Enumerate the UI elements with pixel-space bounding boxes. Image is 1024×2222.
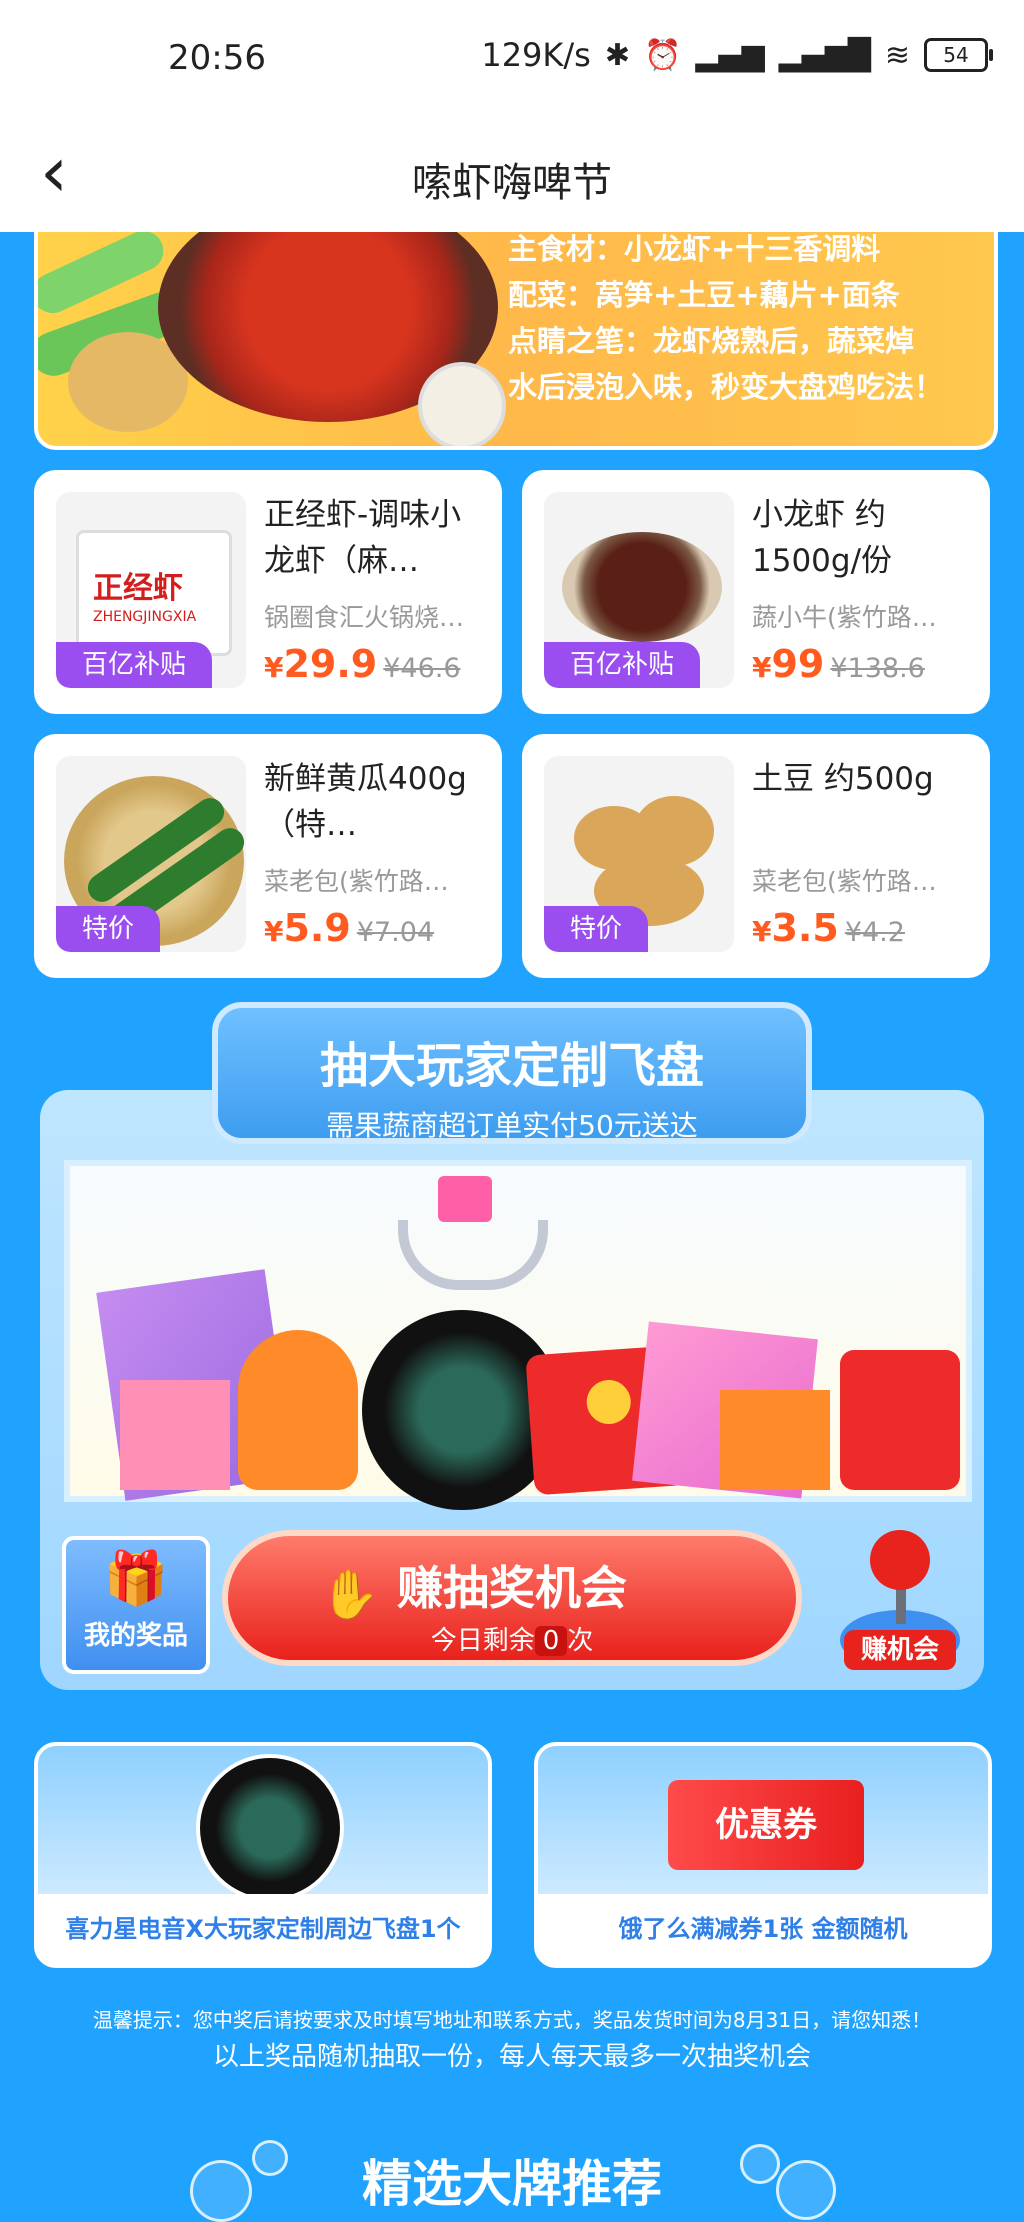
wifi-icon: ≋ — [884, 37, 910, 73]
product-image: 百亿补贴 — [544, 492, 734, 688]
my-prize-button[interactable]: 🎁 我的奖品 — [62, 1536, 210, 1674]
eleme-logo-icon — [585, 1378, 633, 1426]
joystick-stick-icon — [896, 1584, 906, 1624]
product-card[interactable]: 特价 土豆 约500g 菜老包(紫竹路… ¥3.5 ¥4.2 — [522, 734, 990, 978]
page-title: 嗦虾嗨啤节 — [412, 160, 612, 206]
recipe-key: 配菜： — [508, 278, 596, 312]
recipe-line-3: 点睛之笔：龙虾烧熟后，蔬菜焯 — [508, 318, 994, 364]
signal-icon: ▂▄▆█ — [778, 37, 871, 73]
currency-symbol: ¥ — [752, 915, 772, 948]
price-value: 99 — [771, 642, 825, 686]
section-title: 精选大牌推荐 — [362, 2155, 662, 2213]
product-shop: 菜老包(紫竹路… — [264, 867, 449, 896]
recipe-line-4: 水后浸泡入味，秒变大盘鸡吃法！ — [508, 370, 944, 404]
price-value: 5.9 — [283, 906, 351, 950]
product-name: 正经虾-调味小龙虾（麻… — [264, 497, 462, 579]
recipe-line-2: 配菜：莴笋+土豆+藕片+面条 — [508, 272, 994, 318]
product-name: 新鲜黄瓜400g（特… — [264, 761, 467, 843]
nav-bar: ‹ 嗦虾嗨啤节 — [0, 120, 1024, 232]
recipe-key: 点睛之笔： — [508, 324, 654, 358]
currency-symbol: ¥ — [752, 651, 772, 684]
claw-title: 抽大玩家定制飞盘 — [319, 1038, 704, 1094]
recipe-line-1: 主食材：小龙虾+十三香调料 — [508, 232, 881, 266]
coupon-image: 优惠券 — [668, 1780, 864, 1870]
prize-label: 饿了么满减券1张 金额随机 — [538, 1894, 988, 1964]
shiba-mascot-image — [238, 1330, 358, 1490]
product-price: ¥5.9 ¥7.04 — [264, 906, 434, 950]
earn-draw-chance-button[interactable]: ✋ 赚抽奖机会 今日剩余 0 次 — [222, 1530, 802, 1666]
net-speed: 129K/s — [481, 36, 591, 74]
original-price: ¥46.6 — [383, 653, 461, 684]
bluetooth-icon: ✱ — [604, 37, 630, 73]
claw-subtitle: 需果蔬商超订单实付50元送达 — [326, 1109, 698, 1142]
subsidy-tag: 百亿补贴 — [56, 642, 213, 688]
price-value: 29.9 — [283, 642, 378, 686]
status-icons: 129K/s ✱ ⏰ ▂▄▆ ▂▄▆█ ≋ 54 — [481, 36, 993, 74]
product-shop: 锅圈食汇火锅烧… — [264, 603, 465, 632]
earn-chance-label: 赚机会 — [844, 1630, 956, 1670]
product-price: ¥29.9 ¥46.6 — [264, 642, 461, 686]
my-prize-label: 我的奖品 — [83, 1621, 188, 1651]
product-image: 特价 — [544, 756, 734, 952]
remaining-prefix: 今日剩余 — [430, 1626, 535, 1656]
product-image: 正经虾 ZHENGJINGXIA 百亿补贴 — [56, 492, 246, 688]
prize-label: 喜力星电音X大玩家定制周边飞盘1个 — [38, 1894, 488, 1964]
tip-text: 温馨提示：您中奖后请按要求及时填写地址和联系方式，奖品发货时间为8月31日，请您… — [92, 2008, 932, 2032]
status-bar: 20:56 129K/s ✱ ⏰ ▂▄▆ ▂▄▆█ ≋ 54 — [0, 0, 1024, 120]
hd-signal-icon: ▂▄▆ — [695, 37, 765, 73]
product-image-sublabel: ZHENGJINGXIA — [93, 609, 197, 625]
product-name: 小龙虾 约1500g/份 — [752, 497, 893, 579]
product-card[interactable]: 正经虾 ZHENGJINGXIA 百亿补贴 正经虾-调味小龙虾（麻… 锅圈食汇火… — [34, 470, 502, 714]
original-price: ¥4.2 — [844, 917, 905, 948]
earn-chance-button[interactable]: 赚机会 — [830, 1530, 970, 1670]
product-image-label: 正经虾 — [93, 571, 183, 606]
joystick-ball-icon — [870, 1530, 930, 1590]
product-price: ¥99 ¥138.6 — [752, 642, 925, 686]
frisbee-prize-image — [196, 1754, 344, 1902]
product-price: ¥3.5 ¥4.2 — [752, 906, 905, 950]
crayfish-plate-image — [562, 532, 722, 642]
claw-title-panel: 抽大玩家定制飞盘 需果蔬商超订单实付50元送达 — [212, 1002, 812, 1144]
product-name: 土豆 约500g — [752, 761, 934, 797]
subsidy-tag: 百亿补贴 — [544, 642, 701, 688]
currency-symbol: ¥ — [264, 915, 284, 948]
special-price-tag: 特价 — [56, 906, 161, 952]
recipe-banner: 主食材：小龙虾+十三香调料 配菜：莴笋+土豆+藕片+面条 点睛之笔：龙虾烧熟后，… — [34, 232, 998, 450]
gift-box-image — [120, 1380, 230, 1490]
alarm-icon: ⏰ — [643, 37, 682, 73]
special-price-tag: 特价 — [544, 906, 649, 952]
battery-icon: 54 — [924, 38, 993, 72]
currency-symbol: ¥ — [264, 651, 284, 684]
claw-hand-icon: ✋ — [320, 1567, 380, 1623]
prize-card-frisbee: 喜力星电音X大玩家定制周边飞盘1个 — [34, 1742, 492, 1968]
product-shop: 菜老包(紫竹路… — [752, 867, 937, 896]
price-value: 3.5 — [771, 906, 839, 950]
remaining-suffix: 次 — [567, 1626, 594, 1656]
original-price: ¥138.6 — [830, 653, 925, 684]
gift-box-image — [720, 1390, 830, 1490]
recipe-text: 主食材：小龙虾+十三香调料 配菜：莴笋+土豆+藕片+面条 点睛之笔：龙虾烧熟后，… — [508, 232, 994, 410]
tip-text: 以上奖品随机抽取一份，每人每天最多一次抽奖机会 — [212, 2042, 811, 2072]
product-card[interactable]: 特价 新鲜黄瓜400g（特… 菜老包(紫竹路… ¥5.9 ¥7.04 — [34, 734, 502, 978]
status-time: 20:56 — [168, 38, 266, 78]
claw-grip-icon — [438, 1176, 492, 1222]
recipe-value: 龙虾烧熟后，蔬菜焯 — [653, 324, 915, 358]
earn-draw-label: 赚抽奖机会 — [397, 1561, 627, 1615]
product-card[interactable]: 百亿补贴 小龙虾 约1500g/份 蔬小牛(紫竹路… ¥99 ¥138.6 — [522, 470, 990, 714]
lotus-root-image — [418, 362, 506, 446]
red-envelope-image — [840, 1350, 960, 1490]
product-image: 特价 — [56, 756, 246, 952]
product-shop: 蔬小牛(紫竹路… — [752, 603, 937, 632]
gift-icon: 🎁 — [103, 1549, 169, 1609]
prize-card-coupon: 优惠券 饿了么满减券1张 金额随机 — [534, 1742, 992, 1968]
remaining-draws: 今日剩余 0 次 — [228, 1620, 796, 1657]
remaining-count: 0 — [534, 1626, 568, 1656]
recipe-value: 莴笋+土豆+藕片+面条 — [595, 278, 900, 312]
original-price: ¥7.04 — [356, 917, 435, 948]
crayfish-box-image: 正经虾 ZHENGJINGXIA — [76, 530, 232, 656]
